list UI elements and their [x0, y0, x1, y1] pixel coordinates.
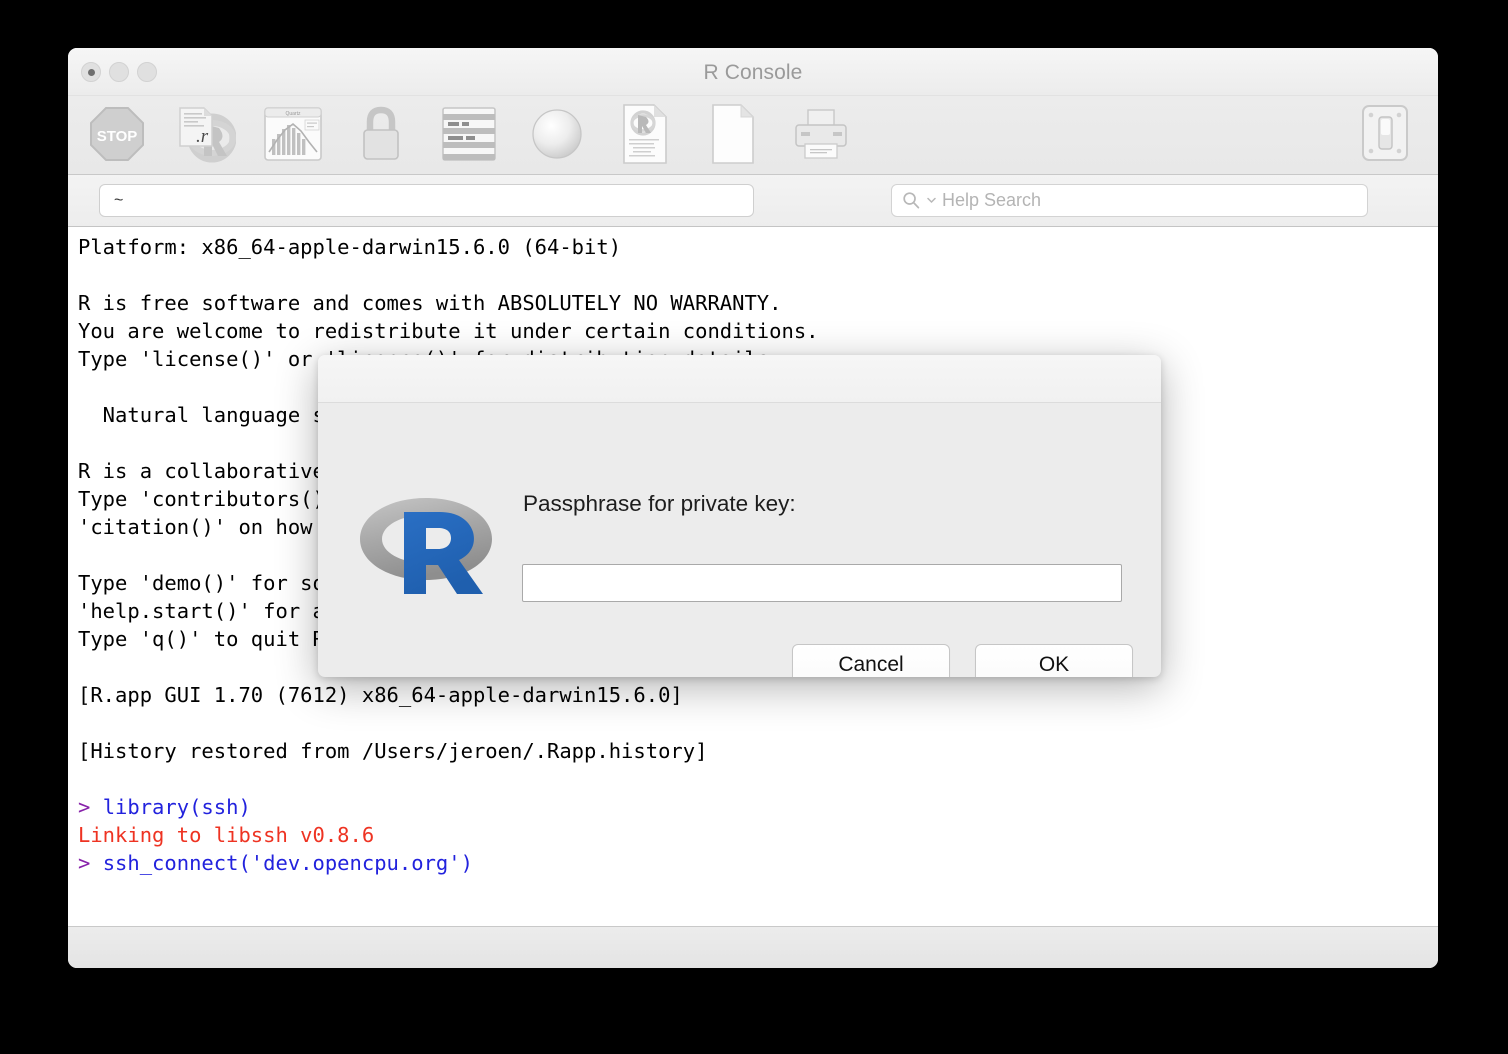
lock-icon[interactable]	[348, 100, 414, 168]
toolbar-left-group: STOP .r	[84, 100, 854, 168]
main-toolbar: STOP .r	[68, 96, 1438, 175]
r-logo	[356, 486, 496, 598]
passphrase-input[interactable]	[522, 564, 1122, 602]
search-icon	[902, 191, 921, 210]
light-switch-icon[interactable]	[1352, 100, 1418, 168]
cancel-button[interactable]: Cancel	[792, 644, 950, 677]
svg-text:STOP: STOP	[97, 128, 138, 145]
sphere-package-icon[interactable]	[524, 100, 590, 168]
passphrase-dialog: Passphrase for private key: Cancel OK	[318, 355, 1161, 677]
data-table-icon[interactable]	[436, 100, 502, 168]
dialog-titlebar	[318, 355, 1161, 403]
svg-text:.r: .r	[196, 126, 209, 147]
help-search-placeholder: Help Search	[942, 190, 1041, 211]
console-line: Linking to libssh v0.8.6	[78, 821, 1438, 849]
r-script-document-icon[interactable]	[612, 100, 678, 168]
source-r-document-icon[interactable]: .r	[172, 100, 238, 168]
console-line	[78, 709, 1438, 737]
working-directory-input[interactable]	[99, 184, 754, 217]
print-icon[interactable]	[788, 100, 854, 168]
page-title: R Console	[68, 61, 1438, 85]
console-prompt: >	[78, 851, 103, 875]
console-line: [History restored from /Users/jeroen/.Ra…	[78, 737, 1438, 765]
console-message-text: Linking to libssh v0.8.6	[78, 823, 374, 847]
console-prompt: >	[78, 795, 103, 819]
console-line: R is free software and comes with ABSOLU…	[78, 289, 1438, 317]
console-command-text: library(ssh)	[103, 795, 251, 819]
dialog-body: Passphrase for private key: Cancel OK	[318, 403, 1161, 677]
console-command-text: ssh_connect('dev.opencpu.org')	[103, 851, 473, 875]
console-line: > library(ssh)	[78, 793, 1438, 821]
console-line: > ssh_connect('dev.opencpu.org')	[78, 849, 1438, 877]
status-bar	[68, 926, 1438, 968]
console-line: You are welcome to redistribute it under…	[78, 317, 1438, 345]
new-document-icon[interactable]	[700, 100, 766, 168]
passphrase-prompt-label: Passphrase for private key:	[523, 491, 796, 517]
path-and-search-bar: Help Search	[68, 175, 1438, 227]
window-titlebar: R Console	[68, 48, 1438, 96]
quartz-plot-window-icon[interactable]: Quartz	[260, 100, 326, 168]
help-search-field[interactable]: Help Search	[891, 184, 1368, 217]
ok-button[interactable]: OK	[975, 644, 1133, 677]
chevron-down-icon	[927, 197, 936, 204]
console-line: Platform: x86_64-apple-darwin15.6.0 (64-…	[78, 233, 1438, 261]
console-line	[78, 261, 1438, 289]
svg-text:Quartz: Quartz	[285, 111, 301, 117]
console-line	[78, 765, 1438, 793]
toolbar-right-group	[1352, 100, 1418, 168]
console-line: [R.app GUI 1.70 (7612) x86_64-apple-darw…	[78, 681, 1438, 709]
dialog-button-group: Cancel OK	[792, 644, 1133, 677]
stop-icon[interactable]: STOP	[84, 100, 150, 168]
